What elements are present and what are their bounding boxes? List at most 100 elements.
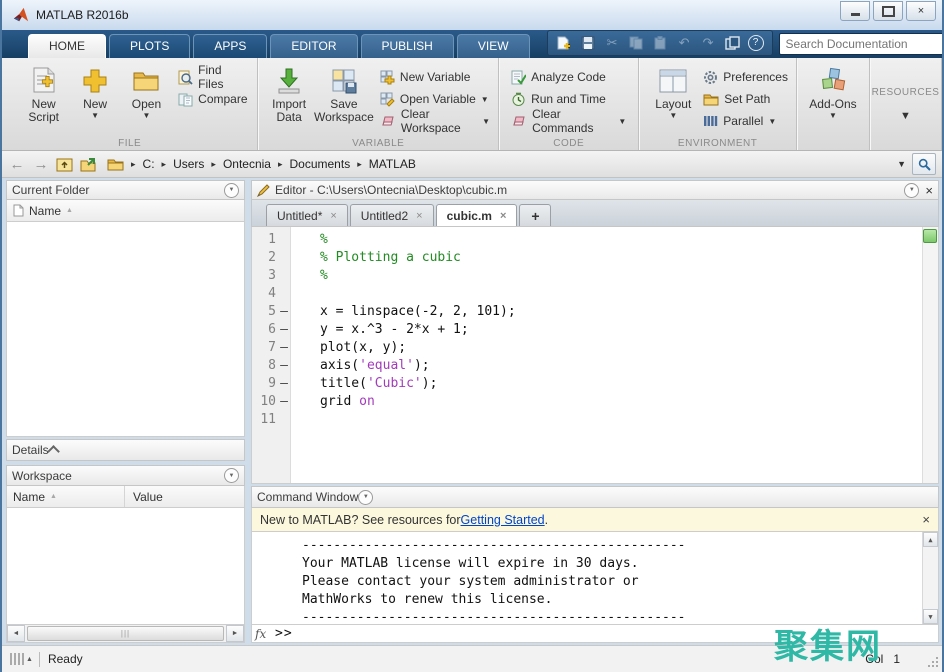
- code-line[interactable]: 4: [252, 285, 938, 303]
- back-button[interactable]: ←: [8, 156, 26, 173]
- clear-workspace-button[interactable]: Clear Workspace ▼: [380, 112, 490, 130]
- code-editor[interactable]: 1%2% Plotting a cubic3%45–x = linspace(-…: [251, 227, 939, 484]
- crumb-drive[interactable]: C:: [143, 157, 155, 171]
- browse-folder-button[interactable]: [79, 157, 97, 172]
- environment-section-label: ENVIRONMENT: [639, 138, 796, 149]
- cut-icon[interactable]: ✂: [604, 35, 621, 52]
- editor-tab-untitled[interactable]: Untitled* ×: [266, 204, 348, 226]
- code-line[interactable]: 6–y = x.^3 - 2*x + 1;: [252, 321, 938, 339]
- code-line[interactable]: 2% Plotting a cubic: [252, 249, 938, 267]
- workspace-hscrollbar[interactable]: ◄ ||| ►: [6, 625, 245, 643]
- tab-view[interactable]: VIEW: [457, 34, 530, 58]
- code-analyzer-indicator[interactable]: [923, 229, 937, 243]
- scroll-right-icon[interactable]: ►: [226, 625, 244, 642]
- close-button[interactable]: ×: [906, 1, 936, 21]
- save-icon[interactable]: [580, 35, 597, 52]
- code-line[interactable]: 5–x = linspace(-2, 2, 101);: [252, 303, 938, 321]
- code-line[interactable]: 1%: [252, 231, 938, 249]
- tab-close-icon[interactable]: ×: [330, 210, 336, 222]
- save-workspace-button[interactable]: Save Workspace: [312, 62, 376, 124]
- new-tab-button[interactable]: +: [519, 204, 551, 226]
- banner-text: New to MATLAB? See resources for: [260, 513, 461, 527]
- command-window-output[interactable]: ----------------------------------------…: [251, 532, 939, 625]
- editor-tab-cubic[interactable]: cubic.m ×: [436, 204, 518, 226]
- editor-scrollbar[interactable]: [922, 227, 938, 483]
- undo-icon[interactable]: ↶: [676, 35, 693, 52]
- folder-search-button[interactable]: [912, 153, 936, 175]
- preferences-button[interactable]: Preferences: [703, 68, 788, 86]
- add-ons-button[interactable]: Add-Ons ▼: [805, 62, 861, 120]
- clear-commands-button[interactable]: Clear Commands ▼: [511, 112, 626, 130]
- code-line[interactable]: 8–axis('equal');: [252, 357, 938, 375]
- new-variable-button[interactable]: New Variable: [380, 68, 490, 86]
- maximize-button[interactable]: [873, 1, 903, 21]
- set-path-button[interactable]: Set Path: [703, 90, 788, 108]
- tab-apps[interactable]: APPS: [193, 34, 267, 58]
- crumb-matlab[interactable]: MATLAB: [369, 157, 416, 171]
- new-button[interactable]: New ▼: [69, 62, 120, 120]
- crumb-user[interactable]: Ontecnia: [223, 157, 271, 171]
- current-folder-list[interactable]: [6, 222, 245, 437]
- scroll-up-icon[interactable]: ▲: [923, 532, 938, 547]
- open-button[interactable]: Open ▼: [121, 62, 172, 120]
- parallel-status-icon[interactable]: [10, 653, 24, 665]
- new-file-icon[interactable]: [556, 35, 573, 52]
- banner-close-icon[interactable]: ×: [922, 512, 930, 527]
- redo-icon[interactable]: ↷: [700, 35, 717, 52]
- forward-button[interactable]: →: [32, 156, 50, 173]
- editor-tab-untitled2[interactable]: Untitled2 ×: [350, 204, 434, 226]
- parallel-status-caret-icon: ▲: [26, 656, 33, 663]
- address-dropdown-icon[interactable]: ▼: [897, 160, 906, 169]
- fx-icon[interactable]: fx: [252, 627, 275, 641]
- tab-close-icon[interactable]: ×: [500, 210, 506, 222]
- code-line[interactable]: 11: [252, 411, 938, 429]
- getting-started-link[interactable]: Getting Started: [461, 513, 545, 527]
- new-script-button[interactable]: New Script: [18, 62, 69, 124]
- code-line[interactable]: 10–grid on: [252, 393, 938, 411]
- editor-menu-icon[interactable]: ▼: [904, 183, 919, 198]
- analyze-code-label: Analyze Code: [531, 70, 606, 84]
- tab-home[interactable]: HOME: [28, 34, 106, 58]
- workspace-menu-icon[interactable]: ▼: [224, 468, 239, 483]
- hscroll-thumb[interactable]: |||: [27, 626, 224, 641]
- find-files-icon: [178, 70, 193, 85]
- minimize-button[interactable]: [840, 1, 870, 21]
- open-variable-button[interactable]: Open Variable ▼: [380, 90, 490, 108]
- tab-plots[interactable]: PLOTS: [109, 34, 190, 58]
- details-header[interactable]: Details: [6, 439, 245, 461]
- code-line[interactable]: 9–title('Cubic');: [252, 375, 938, 393]
- command-window-scrollbar[interactable]: ▲ ▼: [922, 532, 938, 624]
- help-icon[interactable]: ?: [748, 35, 764, 51]
- crumb-documents[interactable]: Documents: [290, 157, 351, 171]
- ribbon-section-resources[interactable]: RESOURCES ▼: [870, 58, 942, 150]
- scroll-left-icon[interactable]: ◄: [7, 625, 25, 642]
- tab-publish[interactable]: PUBLISH: [361, 34, 454, 58]
- up-folder-button[interactable]: [56, 157, 73, 172]
- parallel-button[interactable]: Parallel ▼: [703, 112, 788, 130]
- editor-close-icon[interactable]: ×: [925, 183, 933, 198]
- tab-close-icon[interactable]: ×: [416, 210, 422, 222]
- copy-icon[interactable]: [628, 35, 645, 52]
- resize-grip[interactable]: [928, 657, 938, 667]
- current-folder-menu-icon[interactable]: ▼: [224, 183, 239, 198]
- command-window-title: Command Window: [257, 490, 358, 504]
- search-input[interactable]: [779, 33, 944, 55]
- compare-button[interactable]: Compare: [178, 90, 249, 108]
- layout-button[interactable]: Layout ▼: [647, 62, 699, 120]
- breadcrumb[interactable]: ▸ C: ▸ Users ▸ Ontecnia ▸ Documents ▸ MA…: [103, 157, 891, 171]
- code-line[interactable]: 7–plot(x, y);: [252, 339, 938, 357]
- code-line[interactable]: 3%: [252, 267, 938, 285]
- switch-window-icon[interactable]: [724, 35, 741, 52]
- command-window-menu-icon[interactable]: ▼: [358, 490, 373, 505]
- crumb-users[interactable]: Users: [173, 157, 204, 171]
- find-files-button[interactable]: Find Files: [178, 68, 249, 86]
- workspace-column-header[interactable]: Name ▲ Value: [6, 486, 245, 508]
- workspace-list[interactable]: [6, 508, 245, 625]
- import-data-button[interactable]: Import Data: [266, 62, 312, 124]
- analyze-code-button[interactable]: Analyze Code: [511, 68, 626, 86]
- paste-icon[interactable]: [652, 35, 669, 52]
- tab-editor[interactable]: EDITOR: [270, 34, 357, 58]
- scroll-down-icon[interactable]: ▼: [923, 609, 938, 624]
- current-folder-column-header[interactable]: Name ▲: [6, 200, 245, 222]
- run-and-time-button[interactable]: Run and Time: [511, 90, 626, 108]
